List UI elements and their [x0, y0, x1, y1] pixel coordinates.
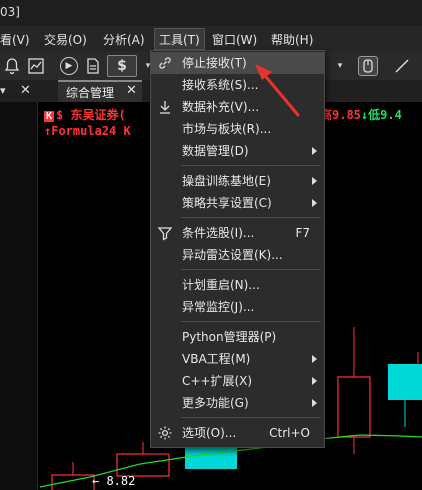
candle: [388, 364, 422, 400]
download-icon: [160, 101, 170, 114]
tools-menu: 停止接收(T) 接收系统(S)... 数据补充(V)... 市场与板块(R)..…: [150, 50, 325, 448]
high-value: 高9.85: [320, 108, 361, 122]
submenu-arrow-icon: [312, 199, 317, 207]
menu-item-label: VBA工程(M): [182, 352, 251, 366]
menu-item-label: Python管理器(P): [182, 330, 277, 344]
line-draw-icon[interactable]: [392, 56, 412, 76]
menu-item-exception-monitor[interactable]: 异常监控(J)...: [151, 296, 324, 318]
candle: [337, 376, 371, 438]
menu-item-label: 数据补充(V)...: [182, 100, 260, 114]
menu-item-scheduled-restart[interactable]: 计划重启(N)...: [151, 274, 324, 296]
candle: [185, 447, 237, 469]
low-price-marker: ← 8.82: [92, 474, 136, 488]
menu-item-label: 异常监控(J)...: [182, 300, 255, 314]
menu-analysis[interactable]: 分析(A): [103, 31, 145, 48]
submenu-arrow-icon: [312, 355, 317, 363]
menu-separator: [181, 321, 321, 322]
menu-item-label: 市场与板块(R)...: [182, 122, 272, 136]
tab-close-icon[interactable]: ✕: [126, 83, 137, 98]
submenu-arrow-icon: [312, 377, 317, 385]
menu-bar: 查看(V) 交易(O) 分析(A) 工具(T) 窗口(W) 帮助(H): [0, 26, 422, 52]
menu-item-more-features[interactable]: 更多功能(G): [151, 392, 324, 414]
menu-window[interactable]: 窗口(W): [212, 31, 257, 48]
window-title: 03]: [0, 5, 20, 19]
candle: [116, 453, 170, 477]
menu-separator: [181, 217, 321, 218]
menu-separator: [181, 165, 321, 166]
menu-item-shortcut: F7: [295, 226, 310, 240]
menu-item-label: 选项(O)...: [182, 426, 237, 440]
menu-item-label: 策略共享设置(C): [182, 196, 272, 210]
menu-item-receive-system[interactable]: 接收系统(S)...: [151, 74, 324, 96]
filter-icon: [157, 227, 173, 241]
title-bar: 03]: [0, 0, 422, 26]
menu-item-radar-settings[interactable]: 异动雷达设置(K)...: [151, 244, 324, 266]
menu-item-shortcut: Ctrl+O: [269, 426, 310, 440]
menu-item-label: C++扩展(X): [182, 374, 253, 388]
menu-item-cpp-extension[interactable]: C++扩展(X): [151, 370, 324, 392]
formula-label: ↑Formula24 K: [44, 124, 131, 138]
pin-icon[interactable]: ▾: [0, 84, 6, 97]
menu-item-label: 操盘训练基地(E): [182, 174, 271, 188]
menu-separator: [181, 269, 321, 270]
hilo-readout: 高9.85↓低9.4: [320, 106, 402, 123]
menu-trade[interactable]: 交易(O): [44, 31, 87, 48]
low-price-value: 8.82: [106, 474, 136, 488]
menu-item-label: 接收系统(S)...: [182, 78, 259, 92]
bell-icon[interactable]: [2, 56, 22, 76]
dollar-button[interactable]: $: [107, 55, 137, 77]
menu-item-data-supplement[interactable]: 数据补充(V)...: [151, 96, 324, 118]
menu-tools[interactable]: 工具(T): [154, 28, 205, 50]
menu-item-label: 更多功能(G): [182, 396, 249, 410]
menu-item-options[interactable]: 选项(O)... Ctrl+O: [151, 422, 324, 444]
document-icon[interactable]: [83, 56, 103, 76]
close-icon[interactable]: ✕: [20, 83, 31, 98]
low-value: ↓低9.4: [360, 108, 402, 122]
menu-item-vba-project[interactable]: VBA工程(M): [151, 348, 324, 370]
menu-item-market-sector[interactable]: 市场与板块(R)...: [151, 118, 324, 140]
submenu-arrow-icon: [312, 399, 317, 407]
menu-item-label: 数据管理(D): [182, 144, 249, 158]
menu-item-label: 条件选股(I)...: [182, 226, 255, 240]
stock-name: $ 东吴证券(: [56, 108, 126, 122]
menu-item-label: 异动雷达设置(K)...: [182, 248, 283, 262]
menu-view[interactable]: 查看(V): [0, 31, 30, 48]
menu-item-data-management[interactable]: 数据管理(D): [151, 140, 324, 162]
stock-title: K $ 东吴证券(: [44, 106, 126, 123]
menu-item-label: 计划重启(N)...: [182, 278, 260, 292]
menu-item-label: 停止接收(T): [182, 56, 247, 70]
menu-item-strategy-share[interactable]: 策略共享设置(C): [151, 192, 324, 214]
submenu-arrow-icon: [312, 147, 317, 155]
dropdown-arrow-icon-2[interactable]: ▾: [330, 56, 350, 76]
gear-icon: [158, 426, 172, 440]
menu-item-stop-receive[interactable]: 停止接收(T): [151, 52, 324, 74]
play-icon[interactable]: ▶: [60, 57, 78, 75]
menu-item-training-base[interactable]: 操盘训练基地(E): [151, 170, 324, 192]
menu-separator: [181, 417, 321, 418]
hand-icon[interactable]: [358, 56, 378, 76]
link-icon: [159, 57, 171, 69]
submenu-arrow-icon: [312, 177, 317, 185]
menu-item-condition-select[interactable]: 条件选股(I)... F7: [151, 222, 324, 244]
menu-item-python-manager[interactable]: Python管理器(P): [151, 326, 324, 348]
chart-icon[interactable]: [26, 56, 46, 76]
k-badge[interactable]: K: [44, 111, 55, 122]
menu-help[interactable]: 帮助(H): [271, 31, 313, 48]
